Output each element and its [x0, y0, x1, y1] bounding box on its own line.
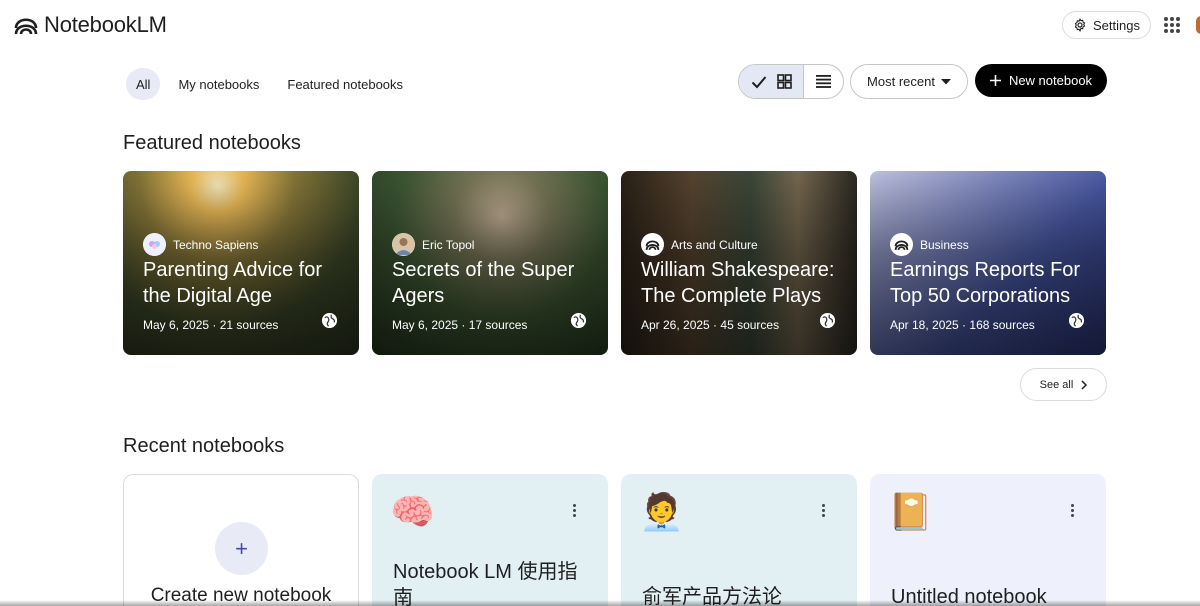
- source-name: Business: [920, 237, 969, 252]
- app-title: NotebookLM: [44, 12, 167, 37]
- more-options-icon[interactable]: [573, 504, 577, 517]
- settings-label: Settings: [1093, 17, 1140, 33]
- chevron-right-icon: [1081, 379, 1088, 390]
- card-meta: Apr 18, 2025 · 168 sources: [890, 318, 1035, 332]
- tab-all[interactable]: All: [126, 68, 161, 100]
- tab-my-notebooks[interactable]: My notebooks: [168, 68, 269, 100]
- create-notebook-card[interactable]: + Create new notebook: [123, 474, 359, 606]
- globe-icon: [321, 312, 338, 329]
- new-notebook-label: New notebook: [1008, 73, 1093, 88]
- more-options-icon[interactable]: [1071, 504, 1075, 517]
- notebooklm-source-icon: [641, 233, 664, 256]
- globe-icon: [1068, 312, 1085, 329]
- card-source: Techno Sapiens: [143, 233, 258, 256]
- app-logo[interactable]: NotebookLM: [14, 12, 167, 38]
- notebooklm-logo-icon: [14, 18, 38, 35]
- notebook-emoji-icon: 📔: [888, 491, 933, 532]
- featured-card[interactable]: Eric Topol Secrets of the Super Agers Ma…: [372, 171, 608, 355]
- recent-notebooks-row: + Create new notebook 🧠 Notebook LM 使用指南…: [123, 474, 1106, 606]
- source-avatar-icon: [392, 233, 415, 256]
- caret-down-icon: [940, 78, 951, 84]
- tab-featured-notebooks[interactable]: Featured notebooks: [277, 68, 413, 100]
- featured-card[interactable]: Arts and Culture William Shakespeare: Th…: [621, 171, 857, 355]
- card-source: Business: [890, 233, 969, 256]
- recent-heading: Recent notebooks: [123, 435, 285, 457]
- avatar[interactable]: [1196, 16, 1200, 34]
- featured-notebooks-row: Techno Sapiens Parenting Advice for the …: [123, 171, 1106, 355]
- notebook-filter-tabs: All My notebooks Featured notebooks: [126, 68, 413, 100]
- top-bar: NotebookLM Settings: [0, 0, 1200, 50]
- list-icon: [816, 75, 831, 88]
- card-title: William Shakespeare: The Complete Plays: [641, 259, 835, 307]
- card-title: Parenting Advice for the Digital Age: [143, 259, 322, 307]
- notebook-title: Notebook LM 使用指南: [393, 561, 578, 606]
- view-mode-toggle: [738, 64, 844, 99]
- check-icon: [751, 75, 766, 88]
- apps-grid-icon[interactable]: [1164, 17, 1180, 33]
- featured-card[interactable]: Techno Sapiens Parenting Advice for the …: [123, 171, 359, 355]
- sort-dropdown[interactable]: Most recent: [850, 64, 968, 99]
- featured-card[interactable]: Business Earnings Reports For Top 50 Cor…: [870, 171, 1106, 355]
- person-emoji-icon: 🧑‍💼: [639, 491, 684, 532]
- notebooklm-source-icon: [890, 233, 913, 256]
- window-bottom-edge: [0, 600, 1200, 606]
- plus-icon: [989, 75, 1001, 86]
- featured-heading: Featured notebooks: [123, 132, 301, 154]
- see-all-button[interactable]: See all: [1020, 368, 1107, 401]
- source-avatar-icon: [143, 233, 166, 256]
- notebook-card[interactable]: 🧠 Notebook LM 使用指南: [372, 474, 608, 606]
- grid-icon: [776, 74, 792, 89]
- notebook-card[interactable]: 📔 Untitled notebook: [870, 474, 1106, 606]
- list-view-button[interactable]: [804, 65, 843, 98]
- plus-icon: +: [215, 522, 268, 575]
- settings-button[interactable]: Settings: [1062, 11, 1151, 39]
- card-meta: May 6, 2025 · 17 sources: [392, 318, 528, 332]
- globe-icon: [819, 312, 836, 329]
- source-name: Arts and Culture: [671, 237, 758, 252]
- card-meta: May 6, 2025 · 21 sources: [143, 318, 279, 332]
- card-title: Secrets of the Super Agers: [392, 259, 575, 307]
- source-name: Techno Sapiens: [173, 237, 259, 252]
- source-name: Eric Topol: [422, 237, 475, 252]
- card-source: Eric Topol: [392, 233, 474, 256]
- card-meta: Apr 26, 2025 · 45 sources: [641, 318, 780, 332]
- gear-icon: [1074, 18, 1086, 32]
- more-options-icon[interactable]: [822, 504, 826, 517]
- grid-view-button[interactable]: [739, 65, 804, 98]
- card-source: Arts and Culture: [641, 233, 758, 256]
- see-all-label: See all: [1039, 378, 1074, 391]
- card-title: Earnings Reports For Top 50 Corporations: [890, 259, 1081, 307]
- brain-emoji-icon: 🧠: [390, 491, 435, 532]
- globe-icon: [570, 312, 587, 329]
- sort-label: Most recent: [867, 74, 935, 89]
- new-notebook-button[interactable]: New notebook: [975, 64, 1107, 97]
- notebook-card[interactable]: 🧑‍💼 俞军产品方法论: [621, 474, 857, 606]
